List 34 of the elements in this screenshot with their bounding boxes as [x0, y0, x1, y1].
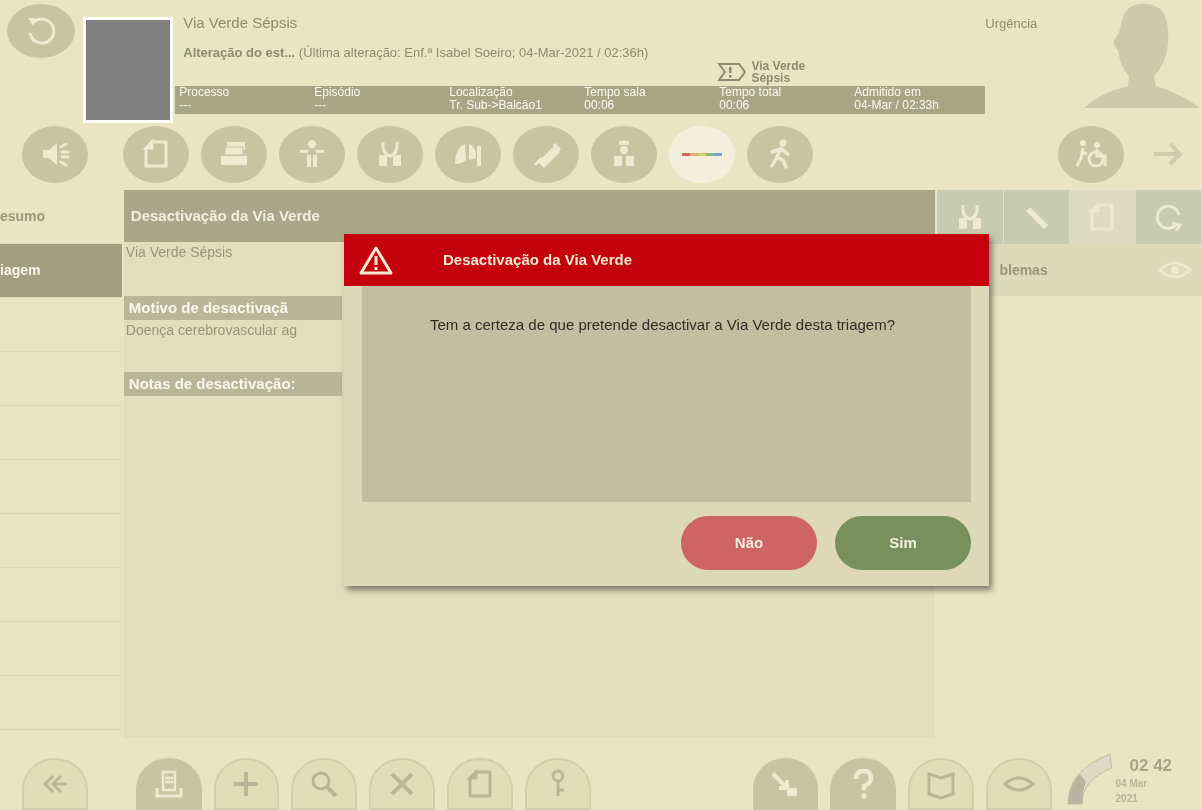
pathway-title: Via Verde Sépsis [183, 13, 299, 33]
alert-label: Via Verde Sépsis [751, 60, 806, 84]
pathway-text: Via Verde Sépsis [124, 243, 234, 262]
no-button[interactable]: Não [681, 516, 817, 570]
field-value: --- [314, 99, 327, 112]
field-value: 04-Mar / 02:33h [854, 99, 940, 112]
yes-button[interactable]: Sim [835, 516, 971, 570]
reason-text: Doença cerebrovascular ag [124, 321, 298, 340]
field-label: Localização [449, 86, 514, 99]
wheelchair-icon [1075, 138, 1107, 170]
toolbar-button[interactable] [752, 758, 819, 810]
field-label: Tempo total [719, 86, 783, 99]
field-value: 00:06 [719, 99, 750, 112]
alert-icon [717, 62, 748, 82]
toolbar-button[interactable] [830, 758, 897, 810]
status-text: Alteração do est... (Última alteração: Enf.ª Isabel Soeiro; 04-Mar-2021 / 02:36h) [183, 43, 650, 62]
field-label: Episódio [314, 86, 362, 99]
category-label: Urgência [985, 15, 1039, 33]
field-value: Tr. Sub->Balcão1 [449, 99, 543, 112]
section-header: Motivo de desactivaçã [123, 296, 342, 320]
field-value: 00:06 [584, 99, 615, 112]
field-label: Admitido em [854, 86, 922, 99]
section-label: blemas [999, 260, 1048, 280]
warning-icon [359, 245, 393, 275]
sidebar-item[interactable]: iagem [0, 244, 122, 298]
color-scale-icon [682, 152, 722, 156]
field-label: Tempo sala [584, 86, 647, 99]
clock-time: 02 42 [1128, 757, 1173, 776]
dialog-message: Tem a certeza de que pretende desactivar a Via Verde desta triagem? [430, 316, 896, 334]
field-value: --- [179, 99, 193, 112]
section-header: Notas de desactivação: [123, 372, 342, 396]
dialog-title: Desactivação da Via Verde [443, 249, 632, 270]
field-label: Processo [179, 86, 231, 99]
toolbar-button[interactable] [135, 758, 202, 810]
